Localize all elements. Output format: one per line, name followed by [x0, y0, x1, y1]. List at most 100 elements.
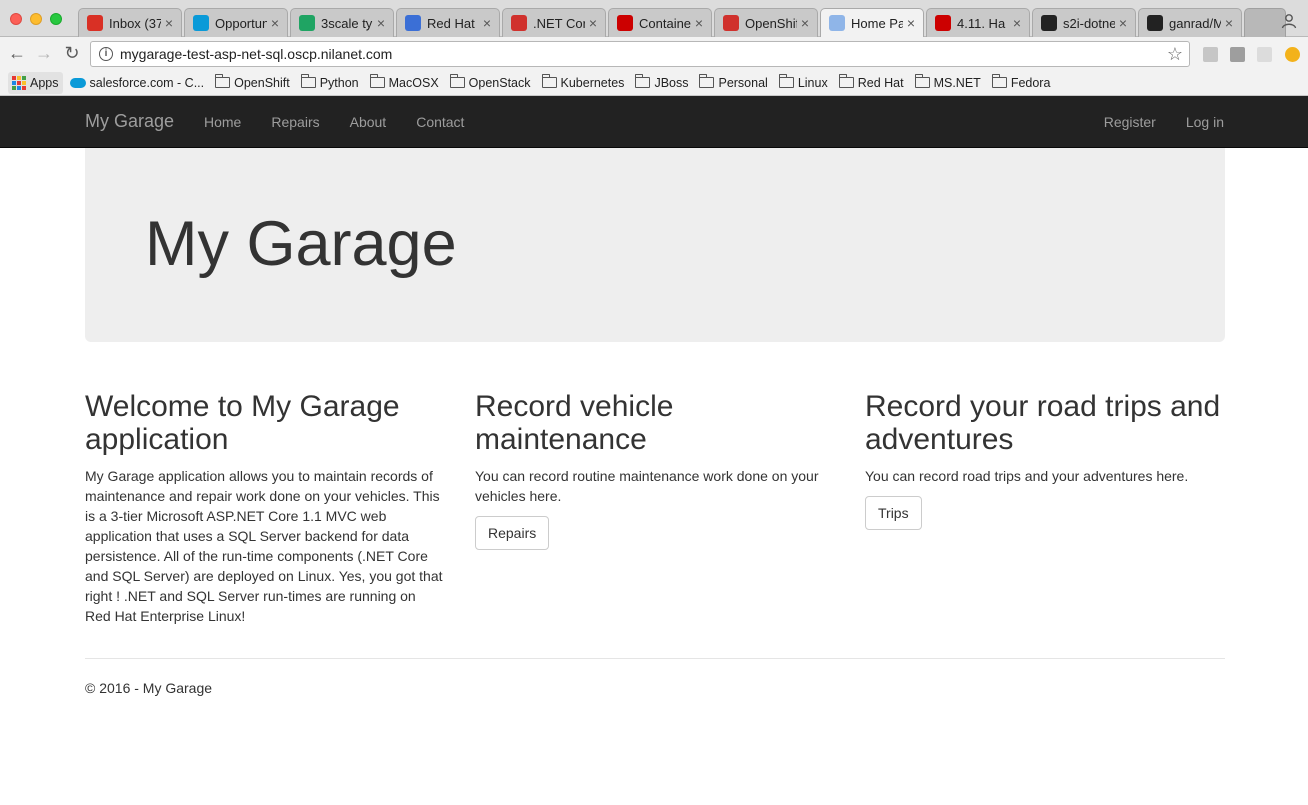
forward-arrow-icon[interactable]: → — [35, 44, 53, 62]
redhat-icon — [935, 15, 951, 31]
bookmark-label: Fedora — [1010, 75, 1051, 90]
maximize-window-button[interactable] — [50, 13, 62, 25]
welcome-heading: Welcome to My Garage application — [85, 390, 400, 456]
maintenance-heading: Record vehicle maintenance — [475, 390, 674, 456]
extension-icon[interactable] — [1257, 47, 1272, 62]
calendar-icon — [405, 15, 421, 31]
google-drive-icon — [299, 15, 315, 31]
browser-tabs: Inbox (37 × Opportun × 3scale ty × Red Hat × .NE… — [78, 8, 1288, 37]
tab-close-icon[interactable]: × — [1223, 15, 1235, 31]
tab-title: .NET Cor — [533, 15, 585, 31]
tab-close-icon[interactable]: × — [587, 15, 599, 31]
folder-icon — [215, 74, 231, 88]
nav-repairs-link[interactable]: Repairs — [256, 96, 334, 148]
browser-tab[interactable]: 3scale ty × — [290, 8, 394, 37]
bookmark-item[interactable]: Python — [297, 72, 363, 94]
browser-tab[interactable]: s2i-dotne × — [1032, 8, 1136, 37]
tab-close-icon[interactable]: × — [1117, 15, 1129, 31]
trips-button[interactable]: Trips — [865, 496, 922, 530]
brand-link[interactable]: My Garage — [85, 111, 174, 132]
profile-icon[interactable] — [1280, 12, 1298, 30]
site-info-icon[interactable]: i — [99, 47, 113, 61]
welcome-column: Welcome to My Garage application My Gara… — [85, 390, 445, 636]
folder-icon — [541, 74, 557, 88]
trips-heading: Record your road trips and adventures — [865, 390, 1221, 456]
folder-icon — [778, 74, 794, 88]
tab-title: Opportun — [215, 15, 267, 31]
tab-close-icon[interactable]: × — [375, 15, 387, 31]
nav-contact-link[interactable]: Contact — [401, 96, 479, 148]
tab-title: ganrad/M — [1169, 15, 1221, 31]
nav-about-link[interactable]: About — [335, 96, 402, 148]
browser-tab[interactable]: .NET Cor × — [502, 8, 606, 37]
browser-tab[interactable]: ganrad/M × — [1138, 8, 1242, 37]
address-bar[interactable]: i mygarage-test-asp-net-sql.oscp.nilanet… — [90, 41, 1190, 67]
folder-icon — [991, 74, 1007, 88]
repairs-button[interactable]: Repairs — [475, 516, 550, 550]
page-icon — [829, 15, 845, 31]
github-icon — [1041, 15, 1057, 31]
browser-tab[interactable]: OpenShif × — [714, 8, 818, 37]
back-arrow-icon[interactable]: ← — [8, 44, 26, 62]
bookmark-item[interactable]: OpenStack — [446, 72, 535, 94]
bookmark-label: salesforce.com - C... — [89, 75, 205, 90]
folder-icon — [635, 74, 651, 88]
bookmark-item[interactable]: MS.NET — [911, 72, 985, 94]
update-icon[interactable] — [1285, 47, 1300, 62]
tab-title: Inbox (37 — [109, 15, 161, 31]
maintenance-text: You can record routine maintenance work … — [475, 468, 819, 504]
tab-close-icon[interactable]: × — [693, 15, 705, 31]
tab-title: s2i-dotne — [1063, 15, 1115, 31]
extension-icon[interactable] — [1230, 47, 1245, 62]
browser-tab[interactable]: Containe × — [608, 8, 712, 37]
bookmark-item[interactable]: OpenShift — [211, 72, 294, 94]
login-link[interactable]: Log in — [1171, 96, 1239, 148]
bookmark-item[interactable]: Personal — [695, 72, 771, 94]
folder-icon — [838, 74, 854, 88]
welcome-text: My Garage application allows you to main… — [85, 468, 443, 624]
browser-tab[interactable]: Inbox (37 × — [78, 8, 182, 37]
close-window-button[interactable] — [10, 13, 22, 25]
bookmark-label: Linux — [797, 75, 828, 90]
browser-tab[interactable]: Opportun × — [184, 8, 288, 37]
maintenance-column: Record vehicle maintenance You can recor… — [475, 390, 835, 550]
reload-icon[interactable]: ↻ — [63, 44, 81, 62]
nav-home-link[interactable]: Home — [189, 96, 256, 148]
tab-close-icon[interactable]: × — [905, 15, 917, 31]
jumbotron: My Garage — [85, 148, 1225, 342]
bookmark-star-icon[interactable]: ☆ — [1167, 44, 1183, 65]
cast-icon[interactable] — [1203, 47, 1218, 62]
bookmark-item[interactable]: JBoss — [631, 72, 692, 94]
bookmark-item[interactable]: Kubernetes — [538, 72, 629, 94]
bookmarks-bar: Apps salesforce.com - C... OpenShift Python… — [0, 70, 1308, 96]
register-link[interactable]: Register — [1089, 96, 1171, 148]
bookmark-item[interactable]: salesforce.com - C... — [66, 72, 209, 94]
bookmark-item[interactable]: Linux — [775, 72, 832, 94]
bookmark-item[interactable]: Apps — [8, 71, 63, 94]
bookmark-item[interactable]: Fedora — [988, 72, 1055, 94]
folder-icon — [914, 74, 930, 88]
bookmark-label: Kubernetes — [560, 75, 625, 90]
browser-tab[interactable]: 4.11. Ha × — [926, 8, 1030, 37]
address-url[interactable]: mygarage-test-asp-net-sql.oscp.nilanet.c… — [120, 46, 392, 62]
account-nav: Register Log in — [1089, 96, 1239, 148]
tab-title: Containe — [639, 15, 691, 31]
bookmark-item[interactable]: Red Hat — [835, 72, 908, 94]
browser-tab[interactable]: Home Pa × — [820, 8, 924, 37]
tab-close-icon[interactable]: × — [799, 15, 811, 31]
tab-close-icon[interactable]: × — [481, 15, 493, 31]
salesforce-icon — [193, 15, 209, 31]
tab-close-icon[interactable]: × — [269, 15, 281, 31]
site-navbar: My Garage Home Repairs About Contact Reg… — [0, 96, 1308, 148]
trips-column: Record your road trips and adventures Yo… — [865, 390, 1225, 530]
bookmark-label: OpenShift — [234, 75, 290, 90]
tab-close-icon[interactable]: × — [163, 15, 175, 31]
tab-title: 3scale ty — [321, 15, 373, 31]
tab-title: Red Hat — [427, 15, 475, 31]
browser-tab[interactable]: Red Hat × — [396, 8, 500, 37]
bookmark-item[interactable]: MacOSX — [366, 72, 443, 94]
tab-close-icon[interactable]: × — [1011, 15, 1023, 31]
minimize-window-button[interactable] — [30, 13, 42, 25]
openshift-icon — [723, 15, 739, 31]
folder-icon — [449, 74, 465, 88]
